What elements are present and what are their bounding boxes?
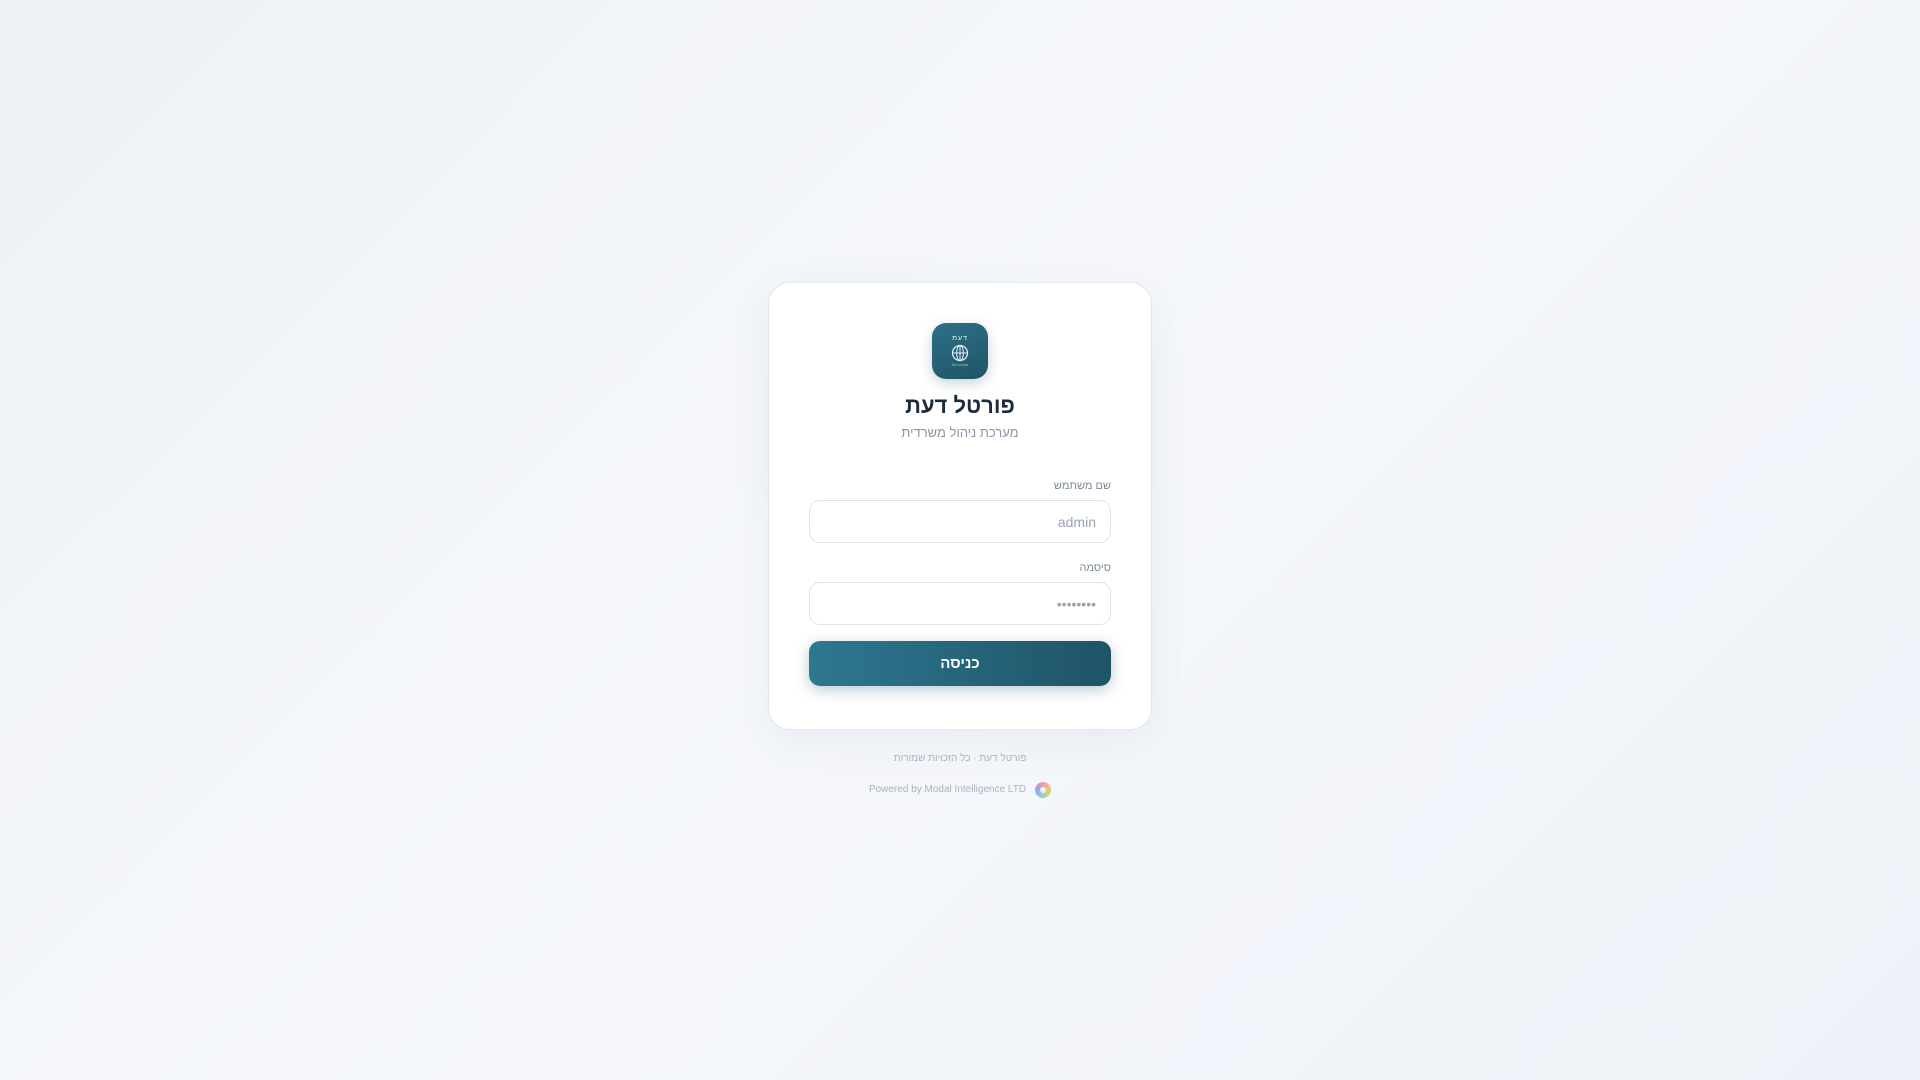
- app-logo: דעת מערכת ניהול: [932, 323, 988, 379]
- footer-copyright: פורטל דעת · כל הזכויות שמורות: [893, 753, 1027, 764]
- page-subtitle: מערכת ניהול משרדית: [901, 425, 1019, 440]
- username-input[interactable]: [809, 500, 1111, 543]
- powered-by-text: Powered by Modal Intelligence LTD: [868, 784, 1027, 795]
- powered-by: Powered by Modal Intelligence LTD: [868, 782, 1052, 798]
- globe-icon: [951, 344, 969, 361]
- login-button[interactable]: כניסה: [809, 641, 1111, 686]
- logo-word: דעת: [952, 334, 968, 342]
- login-form: שם משתמש סיסמה כניסה: [809, 479, 1111, 686]
- username-label: שם משתמש: [1053, 480, 1111, 492]
- login-page: דעת מערכת ניהול פורטל דעת מערכת ניהול מש…: [0, 0, 1920, 1080]
- password-input[interactable]: [809, 582, 1111, 625]
- login-card: דעת מערכת ניהול פורטל דעת מערכת ניהול מש…: [768, 282, 1152, 730]
- modal-intelligence-logo-icon: [1035, 782, 1052, 798]
- page-title: פורטל דעת: [905, 393, 1015, 418]
- password-label: סיסמה: [1079, 562, 1112, 574]
- logo-tagline: מערכת ניהול: [952, 362, 968, 367]
